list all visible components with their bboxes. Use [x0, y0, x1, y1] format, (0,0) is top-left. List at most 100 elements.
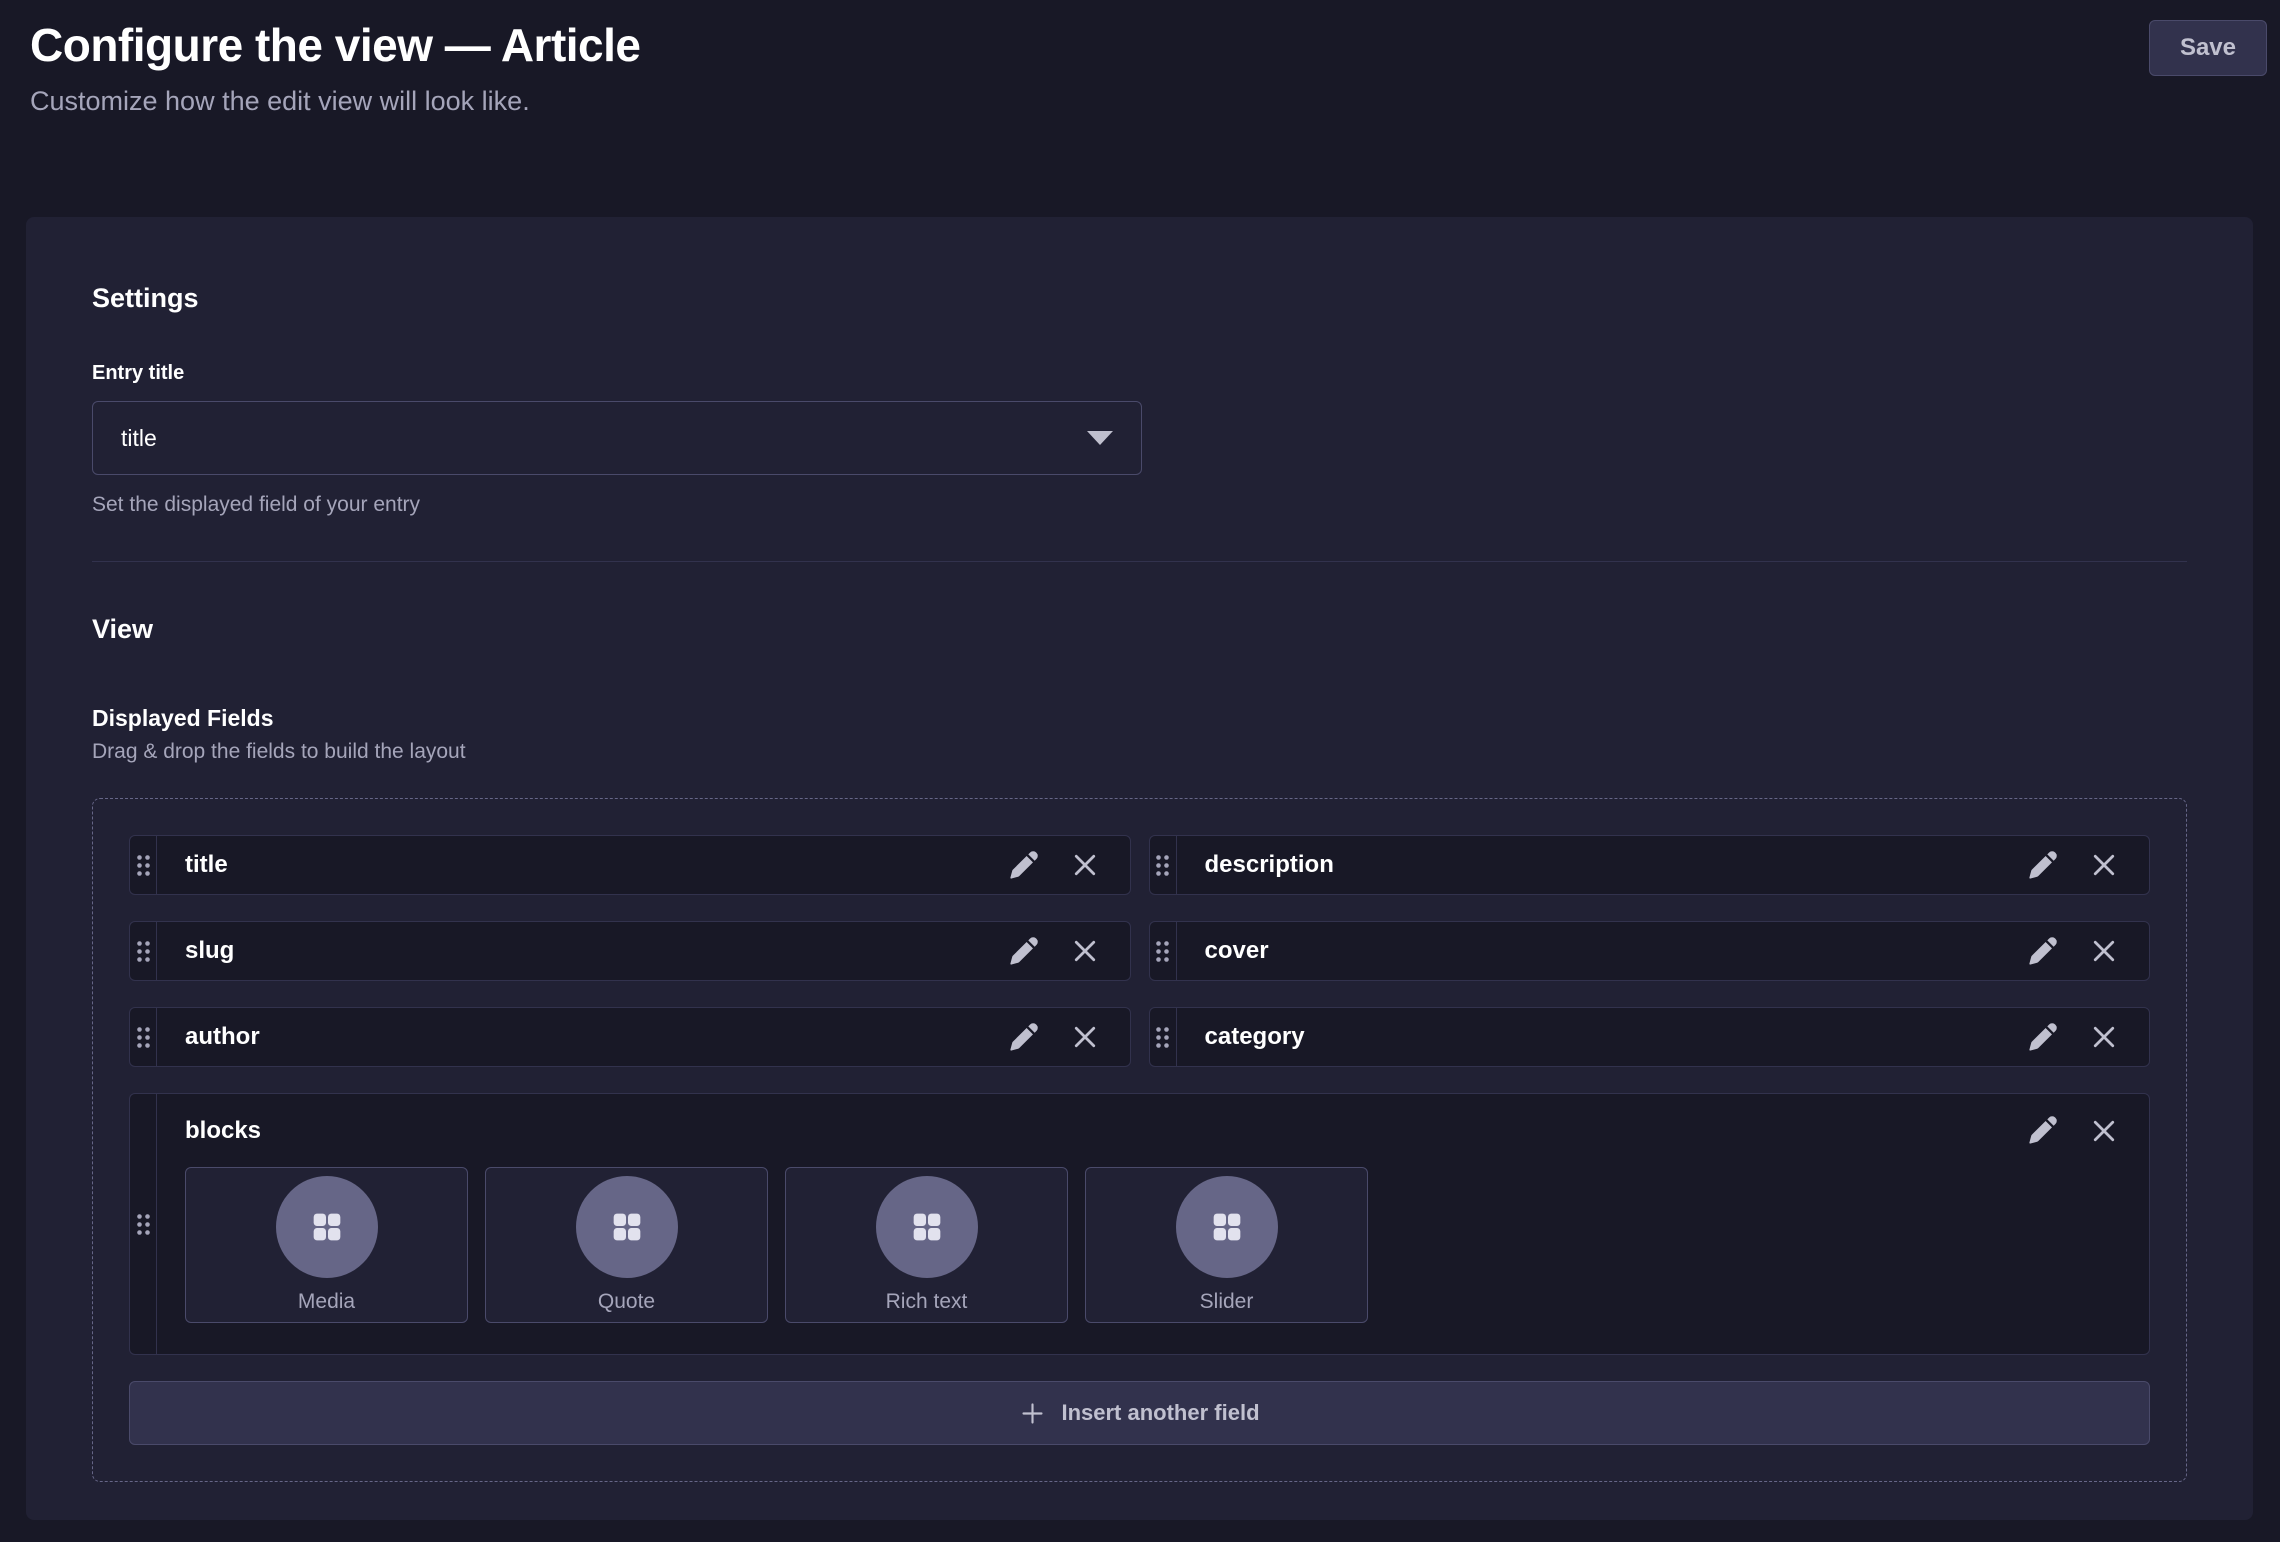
entry-title-value: title — [121, 425, 157, 452]
edit-field-button[interactable] — [2026, 1021, 2059, 1054]
page-title: Configure the view — Article — [30, 18, 2250, 72]
close-icon — [2089, 936, 2119, 966]
pencil-icon — [2026, 849, 2059, 882]
component-grid-icon — [907, 1207, 947, 1247]
drag-handle-icon — [135, 1212, 152, 1237]
drag-handle[interactable] — [1150, 922, 1177, 980]
drag-handle-icon — [1154, 939, 1171, 964]
pencil-icon — [2026, 1021, 2059, 1054]
remove-field-button[interactable] — [1070, 936, 1100, 966]
entry-title-select[interactable]: title — [92, 401, 1142, 475]
insert-field-button[interactable]: Insert another field — [129, 1381, 2150, 1445]
remove-field-button[interactable] — [1070, 850, 1100, 880]
field-row-category[interactable]: category — [1149, 1007, 2151, 1067]
field-row-author[interactable]: author — [129, 1007, 1131, 1067]
configuration-card: Settings Entry title title Set the displ… — [26, 217, 2253, 1520]
edit-field-button[interactable] — [2026, 849, 2059, 882]
pencil-icon — [1007, 849, 1040, 882]
view-heading: View — [92, 614, 2187, 645]
close-icon — [2089, 1022, 2119, 1052]
entry-title-label: Entry title — [92, 362, 2187, 385]
save-button[interactable]: Save — [2149, 20, 2267, 76]
component-label: Media — [298, 1290, 355, 1314]
drag-handle-icon — [1154, 853, 1171, 878]
drag-handle[interactable] — [1150, 1008, 1177, 1066]
drag-handle-icon — [135, 939, 152, 964]
drag-handle-icon — [135, 1025, 152, 1050]
field-name: cover — [1205, 937, 1997, 965]
edit-field-button[interactable] — [2026, 935, 2059, 968]
close-icon — [1070, 1022, 1100, 1052]
field-row-content: slug — [157, 922, 1130, 980]
field-name: blocks — [185, 1117, 1996, 1145]
remove-field-button[interactable] — [2089, 1116, 2119, 1146]
components-list: Media Quote Rich text Slider — [185, 1167, 2119, 1323]
field-row-content: author — [157, 1008, 1130, 1066]
field-name: description — [1205, 851, 1997, 879]
drag-handle-icon — [1154, 1025, 1171, 1050]
page-subtitle: Customize how the edit view will look li… — [30, 86, 2250, 117]
pencil-icon — [1007, 1021, 1040, 1054]
pencil-icon — [2026, 1114, 2059, 1147]
pencil-icon — [1007, 935, 1040, 968]
fields-dropzone: title description slug — [92, 798, 2187, 1482]
component-card-rich-text[interactable]: Rich text — [785, 1167, 1068, 1323]
component-grid-icon — [607, 1207, 647, 1247]
close-icon — [2089, 850, 2119, 880]
field-row-blocks[interactable]: blocks Media Quote Rich text — [129, 1093, 2150, 1355]
field-row-content: cover — [1177, 922, 2150, 980]
component-label: Rich text — [886, 1290, 968, 1314]
page-header: Configure the view — Article Customize h… — [0, 0, 2280, 117]
displayed-fields-hint: Drag & drop the fields to build the layo… — [92, 740, 2187, 764]
section-divider — [92, 561, 2187, 562]
field-row-content: title — [157, 836, 1130, 894]
drag-handle[interactable] — [130, 1094, 157, 1354]
component-card-quote[interactable]: Quote — [485, 1167, 768, 1323]
pencil-icon — [2026, 935, 2059, 968]
field-name: author — [185, 1023, 977, 1051]
displayed-fields-title: Displayed Fields — [92, 705, 2187, 732]
field-row-slug[interactable]: slug — [129, 921, 1131, 981]
component-icon-circle — [1176, 1176, 1278, 1278]
edit-field-button[interactable] — [2026, 1114, 2059, 1147]
field-row-title[interactable]: title — [129, 835, 1131, 895]
component-icon-circle — [576, 1176, 678, 1278]
drag-handle-icon — [135, 853, 152, 878]
component-grid-icon — [1207, 1207, 1247, 1247]
field-row-cover[interactable]: cover — [1149, 921, 2151, 981]
close-icon — [2089, 1116, 2119, 1146]
edit-field-button[interactable] — [1007, 1021, 1040, 1054]
drag-handle[interactable] — [1150, 836, 1177, 894]
component-label: Slider — [1200, 1290, 1254, 1314]
close-icon — [1070, 936, 1100, 966]
caret-down-icon — [1087, 431, 1113, 445]
component-label: Quote — [598, 1290, 655, 1314]
field-row-description[interactable]: description — [1149, 835, 2151, 895]
drag-handle[interactable] — [130, 922, 157, 980]
plus-icon — [1019, 1400, 1046, 1427]
close-icon — [1070, 850, 1100, 880]
component-icon-circle — [876, 1176, 978, 1278]
drag-handle[interactable] — [130, 836, 157, 894]
edit-field-button[interactable] — [1007, 849, 1040, 882]
field-name: title — [185, 851, 977, 879]
drag-handle[interactable] — [130, 1008, 157, 1066]
blocks-row-content: blocks Media Quote Rich text — [157, 1094, 2149, 1354]
remove-field-button[interactable] — [2089, 1022, 2119, 1052]
insert-field-label: Insert another field — [1061, 1400, 1259, 1426]
component-card-media[interactable]: Media — [185, 1167, 468, 1323]
field-row-content: category — [1177, 1008, 2150, 1066]
remove-field-button[interactable] — [2089, 850, 2119, 880]
remove-field-button[interactable] — [1070, 1022, 1100, 1052]
remove-field-button[interactable] — [2089, 936, 2119, 966]
component-grid-icon — [307, 1207, 347, 1247]
component-icon-circle — [276, 1176, 378, 1278]
edit-field-button[interactable] — [1007, 935, 1040, 968]
field-name: slug — [185, 937, 977, 965]
blocks-titlebar: blocks — [185, 1114, 2119, 1147]
component-card-slider[interactable]: Slider — [1085, 1167, 1368, 1323]
settings-heading: Settings — [92, 283, 2187, 314]
field-row-content: description — [1177, 836, 2150, 894]
fields-grid: title description slug — [129, 835, 2150, 1445]
entry-title-hint: Set the displayed field of your entry — [92, 493, 2187, 517]
